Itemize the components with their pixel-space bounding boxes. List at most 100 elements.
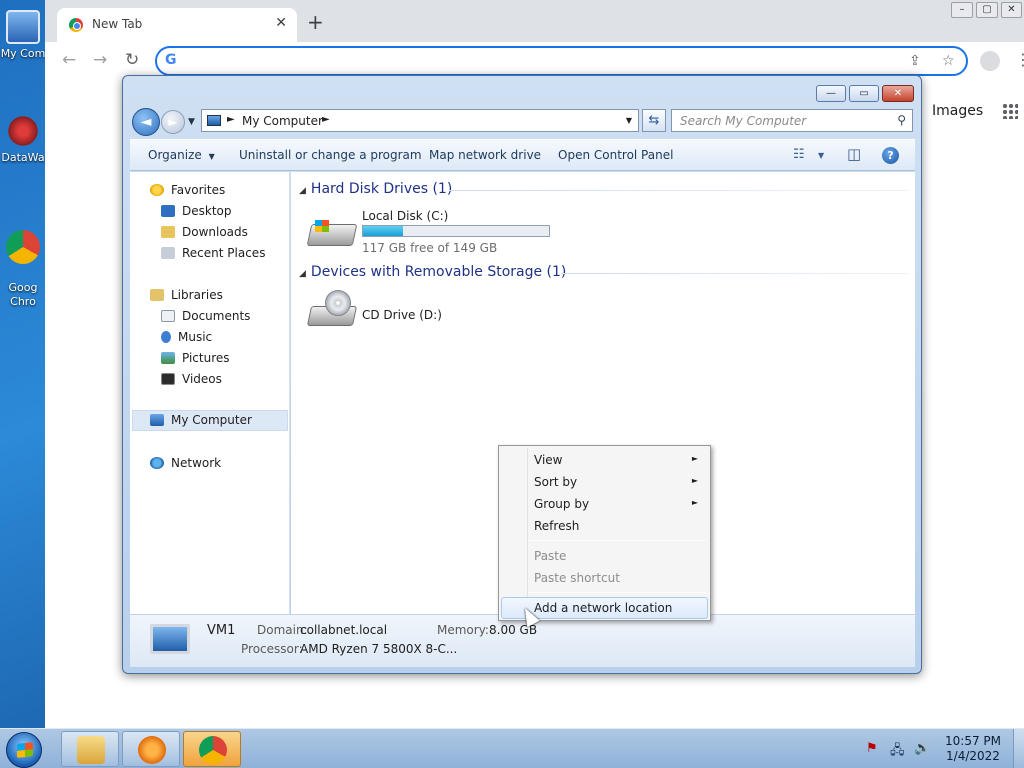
group-header-hard-disk-drives[interactable]: ◢ Hard Disk Drives (1) [299,181,452,197]
nav-favorites[interactable]: Favorites [150,183,225,197]
explorer-maximize-button[interactable]: ▭ [849,85,879,102]
map-network-drive-button[interactable]: Map network drive [429,148,541,162]
nav-videos[interactable]: Videos [161,372,222,386]
address-dropdown-icon[interactable]: ▼ [626,116,632,125]
computer-icon [207,115,221,126]
desktop-icon-my-computer[interactable]: My Com [0,10,46,61]
menu-item-sort-by[interactable]: Sort by ► [501,471,708,493]
navigation-pane: Favorites Desktop Downloads Recent Place… [130,172,290,614]
recent-pages-dropdown-icon[interactable]: ▼ [188,117,195,127]
collapse-icon[interactable]: ◢ [299,269,306,279]
nav-desktop[interactable]: Desktop [161,204,232,218]
images-link[interactable]: Images [932,103,983,119]
explorer-back-button[interactable]: ◄ [132,108,160,136]
details-pane: VM1 Domain: collabnet.local Memory: 8.00… [130,614,915,667]
menu-item-paste[interactable]: Paste [501,545,708,567]
share-icon[interactable]: ⇪ [909,53,921,69]
nav-my-computer[interactable]: My Computer [132,410,288,431]
minimize-button[interactable]: – [951,2,973,18]
nav-label: Desktop [182,204,232,218]
help-icon[interactable]: ? [882,147,899,164]
explorer-close-button[interactable]: ✕ [882,85,914,102]
uninstall-program-button[interactable]: Uninstall or change a program [239,148,422,162]
nav-label: My Computer [171,413,252,427]
apps-grid-icon[interactable] [1002,103,1018,119]
chrome-favicon-icon [69,18,83,32]
close-button[interactable]: ✕ [1001,2,1022,18]
menu-item-paste-shortcut[interactable]: Paste shortcut [501,567,708,589]
view-options-chevron-icon[interactable]: ▼ [818,151,824,160]
refresh-button[interactable]: ⇆ [642,109,666,132]
breadcrumb-separator-icon[interactable]: ► [322,114,330,125]
menu-item-view[interactable]: View ► [501,449,708,471]
network-tray-icon[interactable]: 🖧 [890,741,905,763]
desktop-icon-label: Goog Chro [8,281,38,308]
organize-button[interactable]: Organize ▼ [148,148,215,162]
system-clock[interactable]: 10:57 PM 1/4/2022 [940,734,1006,764]
forward-button[interactable]: → [93,50,107,70]
windows-logo-icon [315,220,329,232]
desktop-icon-label: DataWa [1,151,45,164]
new-tab-button[interactable]: + [307,12,324,32]
bookmark-star-icon[interactable]: ☆ [942,53,955,69]
maximize-button[interactable]: ▢ [976,2,998,18]
back-button[interactable]: ← [62,50,76,70]
group-header-removable-storage[interactable]: ◢ Devices with Removable Storage (1) [299,264,566,280]
nav-label: Downloads [182,225,248,239]
volume-icon[interactable]: 🔊 [914,741,930,756]
address-bar[interactable]: ► My Computer ► ▼ [201,109,639,132]
breadcrumb-my-computer[interactable]: My Computer [242,114,323,128]
search-icon[interactable]: ⚲ [897,113,906,127]
desktop-icon-chrome[interactable]: Goog Chro [0,216,46,309]
taskbar-chrome-button[interactable] [183,731,241,767]
menu-kebab-icon[interactable]: ⋮ [1015,50,1024,69]
nav-recent-places[interactable]: Recent Places [161,246,265,260]
clock-date: 1/4/2022 [946,749,1000,763]
show-desktop-button[interactable] [1013,729,1024,768]
tab-new-tab[interactable]: New Tab ✕ [57,8,297,42]
computer-icon [150,414,164,426]
menu-item-refresh[interactable]: Refresh [501,515,708,537]
nav-libraries[interactable]: Libraries [150,288,223,302]
processor-value: AMD Ryzen 7 5800X 8-C... [300,642,458,656]
start-button[interactable] [6,732,42,768]
documents-icon [161,310,175,322]
nav-network[interactable]: Network [150,456,221,470]
desktop-icon-datawarehouse[interactable]: DataWa [0,114,46,165]
explorer-forward-button[interactable]: ► [161,110,185,134]
organize-label: Organize [148,148,202,162]
drive-c-usage-bar [362,225,550,237]
profile-avatar-icon[interactable] [980,51,1000,71]
menu-separator [529,540,706,541]
context-menu: View ► Sort by ► Group by ► Refresh Paste P… [498,445,711,621]
nav-downloads[interactable]: Downloads [161,225,248,239]
nav-pictures[interactable]: Pictures [161,351,230,365]
menu-item-group-by[interactable]: Group by ► [501,493,708,515]
submenu-arrow-icon: ► [691,498,698,507]
memory-label: Memory: [437,623,489,637]
breadcrumb-separator-icon[interactable]: ► [227,114,235,125]
taskbar-media-player-button[interactable] [122,731,180,767]
change-view-icon[interactable]: ☷ [793,147,805,162]
nav-label: Libraries [171,288,223,302]
folder-icon [77,736,105,764]
taskbar-explorer-button[interactable] [61,731,119,767]
open-control-panel-button[interactable]: Open Control Panel [558,148,673,162]
reload-button[interactable]: ↻ [125,50,139,70]
group-divider [449,190,909,191]
collapse-icon[interactable]: ◢ [299,186,306,196]
command-bar: Organize ▼ Uninstall or change a program… [130,139,915,171]
nav-label: Network [171,456,222,470]
action-center-flag-icon[interactable]: ⚑ [866,741,878,756]
omnibox[interactable]: G ⇪ ☆ [155,46,968,76]
pictures-icon [161,352,175,364]
search-input[interactable]: Search My Computer ⚲ [671,109,913,132]
tab-close-icon[interactable]: ✕ [275,15,287,31]
nav-music[interactable]: Music [161,330,212,344]
tab-strip: New Tab ✕ + – ▢ ✕ [45,0,1024,42]
preview-pane-icon[interactable]: ◫ [847,145,861,163]
network-icon [150,457,164,469]
explorer-minimize-button[interactable]: — [816,85,846,102]
nav-documents[interactable]: Documents [161,309,250,323]
menu-item-label: View [534,453,563,467]
